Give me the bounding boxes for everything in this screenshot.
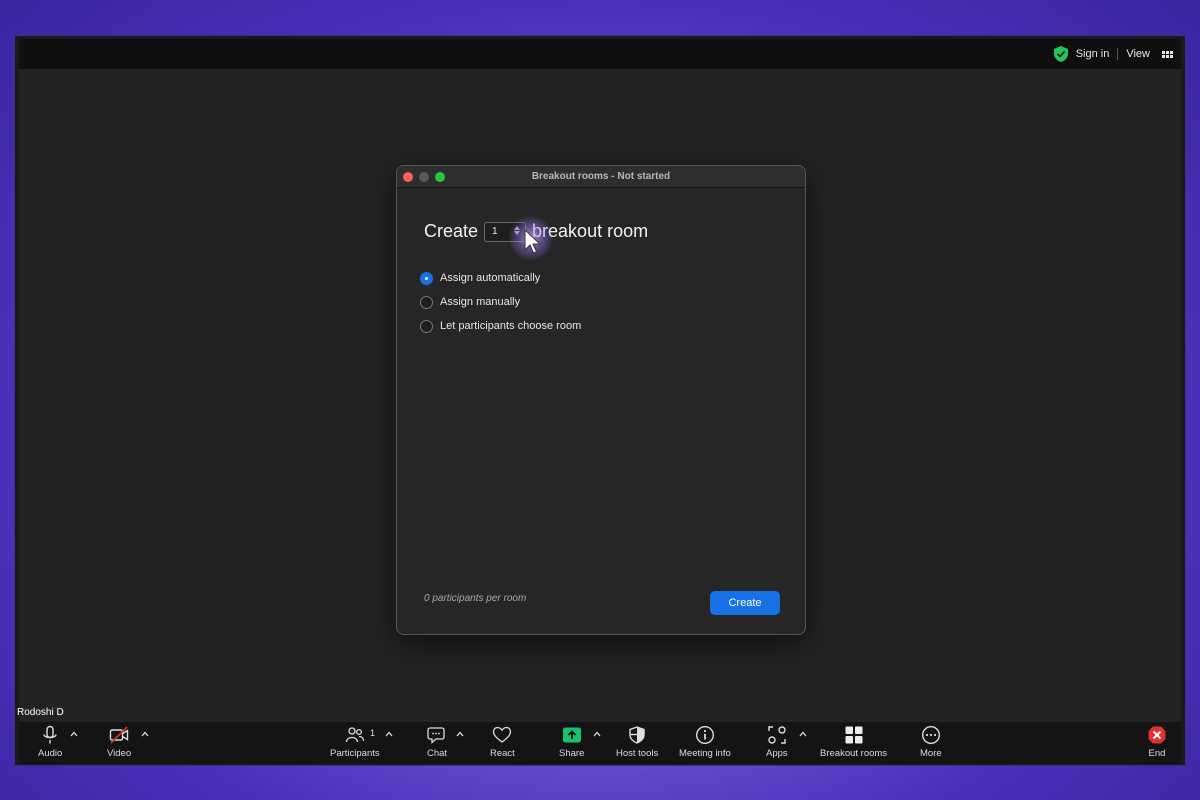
close-window-button[interactable] — [403, 172, 413, 182]
video-options-chevron-icon[interactable] — [141, 730, 149, 738]
meeting-info-button[interactable]: Meeting info — [679, 725, 731, 759]
react-label: React — [490, 748, 515, 759]
apps-button[interactable]: Apps — [766, 725, 788, 759]
participants-label: Participants — [330, 748, 380, 759]
audio-options-chevron-icon[interactable] — [70, 730, 78, 738]
video-button[interactable]: Video — [107, 725, 131, 759]
breakout-rooms-button[interactable]: Breakout rooms — [820, 725, 887, 759]
host-tools-label: Host tools — [616, 748, 659, 759]
room-count-value[interactable]: 1 — [492, 226, 498, 237]
create-button[interactable]: Create — [710, 591, 780, 615]
option-label: Let participants choose room — [440, 320, 582, 332]
window-controls — [403, 172, 445, 182]
chat-icon — [427, 727, 445, 744]
chat-options-chevron-icon[interactable] — [456, 730, 464, 738]
share-screen-icon — [562, 727, 581, 743]
create-prefix-label: Create — [424, 221, 479, 241]
view-grid-icon[interactable] — [1162, 50, 1173, 58]
end-label: End — [1148, 748, 1166, 759]
share-label: Share — [559, 748, 585, 759]
zoom-window-button[interactable] — [435, 172, 445, 182]
more-label: More — [920, 748, 942, 759]
participant-name-label: Rodoshi D — [17, 707, 64, 718]
apps-icon — [768, 726, 786, 744]
microphone-icon — [43, 725, 57, 744]
video-off-icon — [109, 726, 129, 744]
option-assign-manually[interactable]: Assign manually — [420, 290, 581, 314]
participants-icon — [345, 727, 364, 743]
chat-button[interactable]: Chat — [427, 725, 447, 759]
mouse-pointer-icon — [524, 229, 542, 254]
top-bar: Sign in View — [19, 39, 1181, 69]
dialog-titlebar: Breakout rooms - Not started — [397, 166, 805, 188]
more-icon — [921, 725, 940, 745]
minimize-window-button[interactable] — [419, 172, 429, 182]
sign-in-link[interactable]: Sign in — [1076, 48, 1110, 60]
heart-icon — [493, 726, 512, 743]
react-button[interactable]: React — [490, 725, 515, 759]
breakout-rooms-icon — [845, 726, 863, 744]
more-button[interactable]: More — [920, 725, 942, 759]
meeting-toolbar: Audio Video Participants 1 Chat React Sh… — [19, 722, 1181, 764]
option-label: Assign manually — [440, 296, 521, 308]
radio-assign-automatically[interactable] — [420, 271, 433, 285]
shield-icon — [1053, 46, 1068, 62]
participants-options-chevron-icon[interactable] — [385, 730, 393, 738]
end-meeting-button[interactable]: End — [1147, 725, 1167, 759]
video-label: Video — [107, 748, 132, 759]
zoom-window: Sign in View Rodoshi D Breakout rooms - … — [14, 35, 1186, 766]
end-x-icon — [1148, 726, 1166, 744]
option-let-participants-choose[interactable]: Let participants choose room — [420, 314, 581, 338]
breakout-rooms-label: Breakout rooms — [820, 748, 888, 759]
radio-let-participants-choose[interactable] — [420, 319, 433, 333]
top-bar-right: Sign in View — [1053, 43, 1173, 65]
breakout-rooms-dialog: Breakout rooms - Not started Create 1 br… — [396, 165, 806, 635]
chat-label: Chat — [427, 748, 448, 759]
audio-label: Audio — [38, 748, 63, 759]
participants-per-room-label: 0 participants per room — [424, 593, 527, 604]
audio-button[interactable]: Audio — [38, 725, 62, 759]
assign-options: Assign automatically Assign manually Let… — [420, 266, 581, 338]
share-button[interactable]: Share — [559, 725, 584, 759]
top-bar-divider — [1117, 48, 1119, 60]
view-button[interactable]: View — [1126, 48, 1150, 60]
meeting-info-label: Meeting info — [679, 748, 731, 759]
apps-label: Apps — [766, 748, 788, 759]
host-tools-button[interactable]: Host tools — [616, 725, 658, 759]
radio-assign-manually[interactable] — [420, 295, 433, 309]
info-icon — [695, 725, 714, 745]
host-shield-icon — [629, 726, 645, 744]
option-assign-automatically[interactable]: Assign automatically — [420, 266, 581, 290]
share-options-chevron-icon[interactable] — [593, 730, 601, 738]
apps-options-chevron-icon[interactable] — [799, 730, 807, 738]
participant-count-badge: 1 — [370, 728, 376, 738]
option-label: Assign automatically — [440, 272, 541, 284]
dialog-title: Breakout rooms - Not started — [531, 171, 671, 182]
